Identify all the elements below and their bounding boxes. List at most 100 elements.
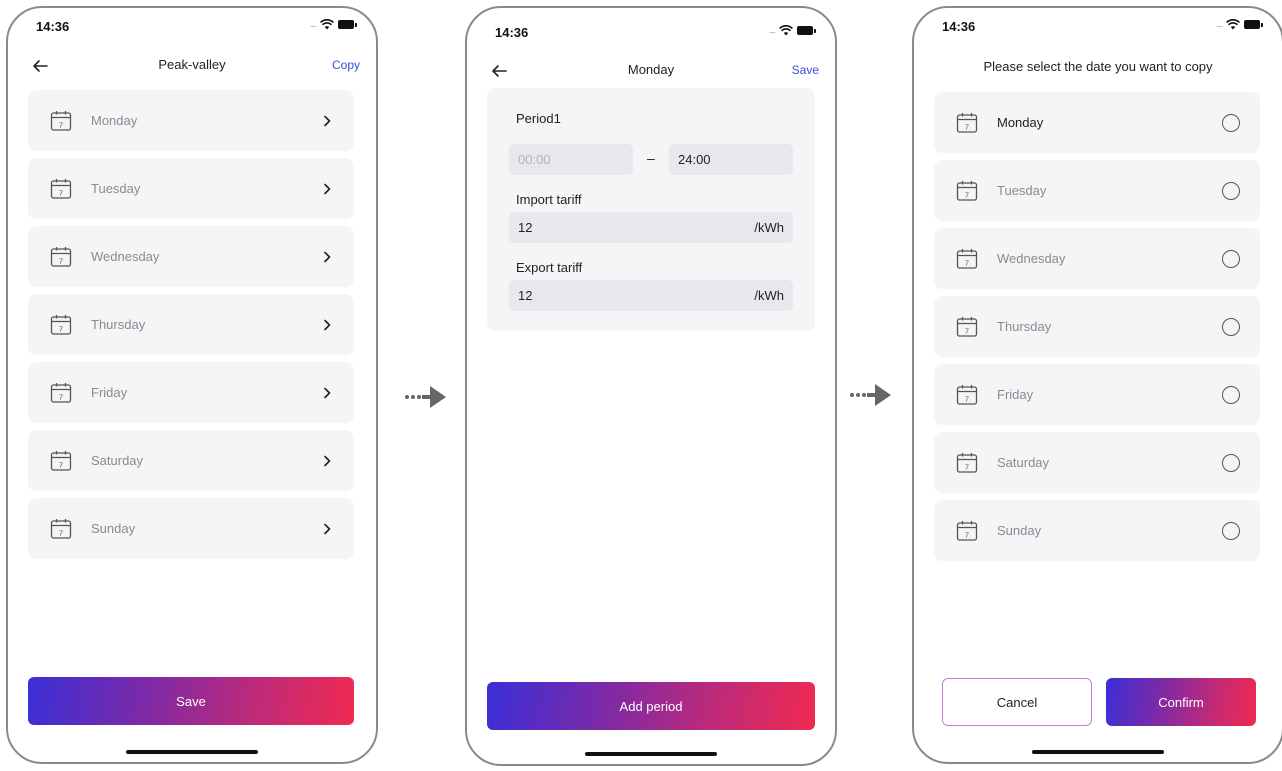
day-label: Friday [997, 387, 1034, 402]
copy-day-item-wednesday[interactable]: 7 Wednesday [934, 228, 1260, 289]
copy-button[interactable]: Copy [332, 58, 360, 72]
cancel-button[interactable]: Cancel [942, 678, 1092, 726]
add-period-button[interactable]: Add period [487, 682, 815, 730]
home-indicator [1032, 750, 1164, 754]
day-label: Thursday [997, 319, 1052, 334]
chevron-right-icon [324, 251, 331, 262]
flow-arrow-icon [405, 386, 446, 408]
copy-day-item-sunday[interactable]: 7 Sunday [934, 500, 1260, 561]
chevron-right-icon [324, 523, 331, 534]
day-item-friday[interactable]: 7 Friday [28, 362, 354, 423]
phone-screen-copy-select: 14:36 ..... Please select the date you w… [912, 6, 1282, 764]
phone-screen-period-edit: 14:36 ..... Monday Save Period1 00:00 – … [465, 6, 837, 766]
svg-text:7: 7 [59, 324, 63, 333]
day-item-sunday[interactable]: 7 Sunday [28, 498, 354, 559]
calendar-icon: 7 [956, 452, 978, 473]
calendar-icon: 7 [956, 248, 978, 269]
import-tariff-value: 12 [518, 220, 533, 235]
svg-text:7: 7 [59, 528, 63, 537]
chevron-right-icon [324, 455, 331, 466]
day-label: Tuesday [997, 183, 1047, 198]
nav-bar: Peak-valley Copy [8, 54, 376, 78]
radio-unchecked-icon[interactable] [1222, 113, 1240, 132]
start-time-field[interactable]: 00:00 [509, 144, 633, 175]
status-icons: ..... [1215, 19, 1263, 30]
radio-unchecked-icon[interactable] [1222, 385, 1240, 404]
calendar-icon: 7 [50, 246, 72, 267]
battery-icon [797, 26, 816, 35]
day-item-tuesday[interactable]: 7 Tuesday [28, 158, 354, 219]
day-item-monday[interactable]: 7 Monday [28, 90, 354, 151]
calendar-icon: 7 [50, 178, 72, 199]
svg-text:7: 7 [59, 188, 63, 197]
signal-icon: ..... [768, 25, 776, 35]
svg-text:7: 7 [59, 460, 63, 469]
phone-screen-day-list: 14:36 ..... Peak-valley Copy 7 Monday 7 … [6, 6, 378, 764]
calendar-icon: 7 [50, 314, 72, 335]
import-tariff-label: Import tariff [516, 192, 582, 207]
radio-unchecked-icon[interactable] [1222, 453, 1240, 472]
nav-bar: Monday Save [467, 59, 835, 83]
day-label: Monday [91, 113, 138, 128]
copy-day-item-monday[interactable]: 7 Monday [934, 92, 1260, 153]
calendar-icon: 7 [50, 110, 72, 131]
import-tariff-field[interactable]: 12 /kWh [509, 212, 793, 243]
svg-text:7: 7 [965, 122, 969, 131]
export-tariff-value: 12 [518, 288, 533, 303]
export-tariff-field[interactable]: 12 /kWh [509, 280, 793, 311]
confirm-button[interactable]: Confirm [1106, 678, 1256, 726]
svg-text:7: 7 [59, 256, 63, 265]
svg-text:7: 7 [965, 394, 969, 403]
day-item-wednesday[interactable]: 7 Wednesday [28, 226, 354, 287]
svg-text:7: 7 [965, 462, 969, 471]
calendar-icon: 7 [50, 518, 72, 539]
status-icons: ..... [310, 19, 357, 30]
save-button[interactable]: Save [28, 677, 354, 725]
copy-day-item-thursday[interactable]: 7 Thursday [934, 296, 1260, 357]
day-label: Tuesday [91, 181, 141, 196]
radio-unchecked-icon[interactable] [1222, 181, 1240, 200]
radio-unchecked-icon[interactable] [1222, 521, 1240, 540]
svg-text:7: 7 [965, 326, 969, 335]
wifi-icon [779, 25, 793, 36]
day-item-thursday[interactable]: 7 Thursday [28, 294, 354, 355]
export-tariff-unit: /kWh [754, 288, 784, 303]
calendar-icon: 7 [956, 112, 978, 133]
page-title: Peak-valley [158, 57, 226, 72]
wifi-icon [320, 19, 334, 30]
radio-unchecked-icon[interactable] [1222, 317, 1240, 336]
calendar-icon: 7 [956, 520, 978, 541]
copy-day-list: 7 Monday 7 Tuesday 7 Wednesday 7 Thursda… [934, 92, 1260, 568]
status-time: 14:36 [495, 25, 529, 40]
day-label: Sunday [91, 521, 136, 536]
flow-arrow-icon [850, 384, 891, 406]
battery-icon [338, 20, 357, 29]
status-time: 14:36 [942, 19, 976, 34]
chevron-right-icon [324, 319, 331, 330]
day-label: Thursday [91, 317, 146, 332]
chevron-right-icon [324, 387, 331, 398]
battery-icon [1244, 20, 1263, 29]
calendar-icon: 7 [956, 316, 978, 337]
save-button[interactable]: Save [792, 63, 819, 77]
day-label: Saturday [91, 453, 144, 468]
day-item-saturday[interactable]: 7 Saturday [28, 430, 354, 491]
end-time-field[interactable]: 24:00 [669, 144, 793, 175]
svg-text:7: 7 [965, 530, 969, 539]
svg-text:7: 7 [965, 258, 969, 267]
calendar-icon: 7 [956, 180, 978, 201]
copy-day-item-tuesday[interactable]: 7 Tuesday [934, 160, 1260, 221]
chevron-right-icon [324, 183, 331, 194]
day-label: Saturday [997, 455, 1050, 470]
copy-prompt: Please select the date you want to copy [983, 59, 1213, 74]
copy-day-item-saturday[interactable]: 7 Saturday [934, 432, 1260, 493]
day-label: Monday [997, 115, 1044, 130]
copy-day-item-friday[interactable]: 7 Friday [934, 364, 1260, 425]
period-card: Period1 00:00 – 24:00 Import tariff 12 /… [487, 88, 815, 331]
wifi-icon [1226, 19, 1240, 30]
day-label: Wednesday [91, 249, 160, 264]
signal-icon: ..... [1215, 19, 1223, 29]
status-icons: ..... [768, 25, 816, 36]
radio-unchecked-icon[interactable] [1222, 249, 1240, 268]
chevron-right-icon [324, 115, 331, 126]
